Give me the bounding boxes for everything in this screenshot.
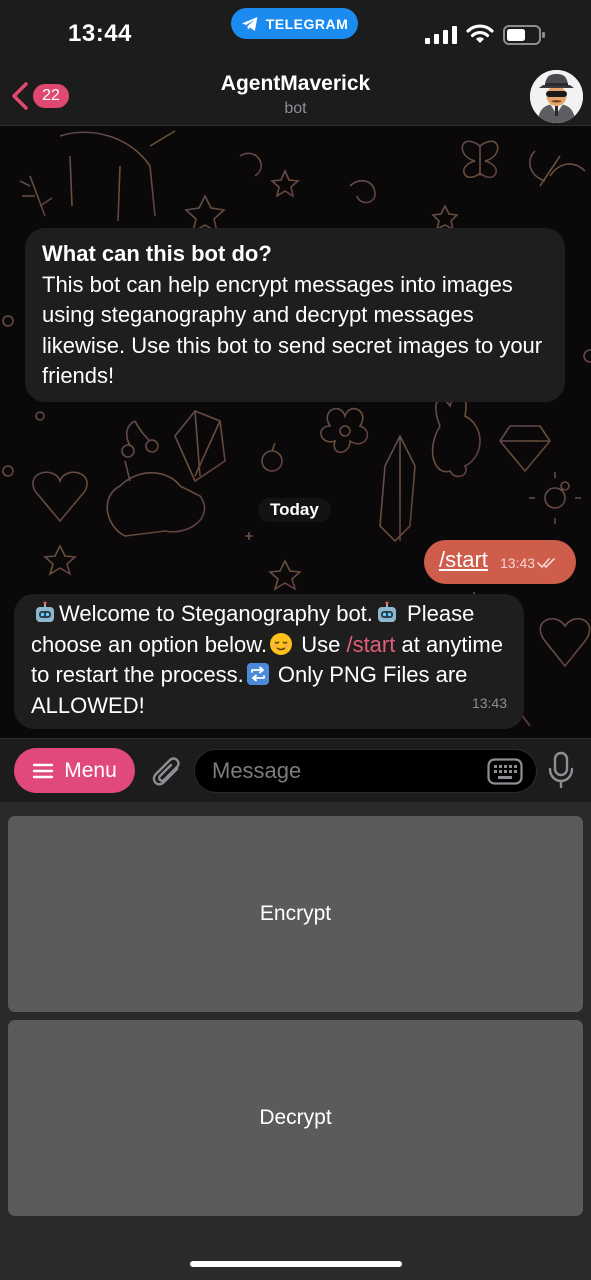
bot-menu-button[interactable]: Menu	[14, 748, 135, 793]
signal-icon	[425, 26, 457, 44]
incoming-message[interactable]: Welcome to Steganography bot. Please cho…	[14, 594, 524, 729]
bot-info-text: This bot can help encrypt messages into …	[42, 271, 543, 389]
hamburger-menu-icon	[33, 763, 54, 778]
menu-button-label: Menu	[64, 758, 117, 782]
chat-subtitle: bot	[284, 100, 307, 117]
message-field[interactable]	[194, 749, 537, 793]
outgoing-time: 13:43	[500, 555, 536, 571]
incoming-time: 13:43	[471, 694, 507, 711]
encrypt-button[interactable]: Encrypt	[8, 816, 583, 1012]
chat-area[interactable]: What can this bot do? This bot can help …	[0, 126, 591, 738]
spy-avatar-icon[interactable]	[530, 70, 583, 123]
decrypt-button[interactable]: Decrypt	[8, 1020, 583, 1216]
incoming-text-3: Use	[301, 631, 341, 657]
outgoing-message[interactable]: /start 13:43	[424, 540, 576, 584]
bot-info-message: What can this bot do? This bot can help …	[25, 228, 565, 402]
bot-reply-keyboard: Encrypt Decrypt	[0, 802, 591, 1280]
outgoing-meta: 13:43	[500, 555, 557, 571]
paperclip-icon[interactable]	[148, 752, 182, 790]
composer-bar: Menu	[0, 738, 591, 802]
microphone-icon[interactable]	[547, 751, 575, 789]
chat-title[interactable]: AgentMaverick	[0, 72, 591, 96]
home-indicator[interactable]	[190, 1261, 402, 1267]
robot-emoji	[377, 601, 396, 622]
robot-emoji	[36, 601, 54, 622]
start-command-link[interactable]: /start	[346, 632, 395, 657]
status-time: 13:44	[68, 20, 132, 47]
repeat-emoji	[246, 663, 269, 685]
double-check-icon	[537, 558, 555, 569]
battery-icon	[503, 25, 545, 45]
telegram-pill[interactable]: TELEGRAM	[231, 8, 358, 39]
status-bar: 13:44 TELEGRAM	[0, 0, 591, 70]
wifi-icon	[466, 24, 494, 43]
telegram-plane-icon	[241, 16, 258, 31]
chat-header: 22 AgentMaverick bot	[0, 70, 591, 126]
date-divider: Today	[258, 498, 331, 522]
message-input[interactable]	[212, 758, 472, 784]
telegram-pill-label: TELEGRAM	[265, 15, 349, 32]
relieved-face-emoji	[270, 632, 293, 655]
bot-info-title: What can this bot do?	[42, 241, 272, 266]
start-command-text[interactable]: /start	[439, 547, 488, 573]
keyboard-toggle-icon[interactable]	[487, 758, 523, 785]
incoming-text-1: Welcome to Steganography bot.	[59, 601, 373, 626]
